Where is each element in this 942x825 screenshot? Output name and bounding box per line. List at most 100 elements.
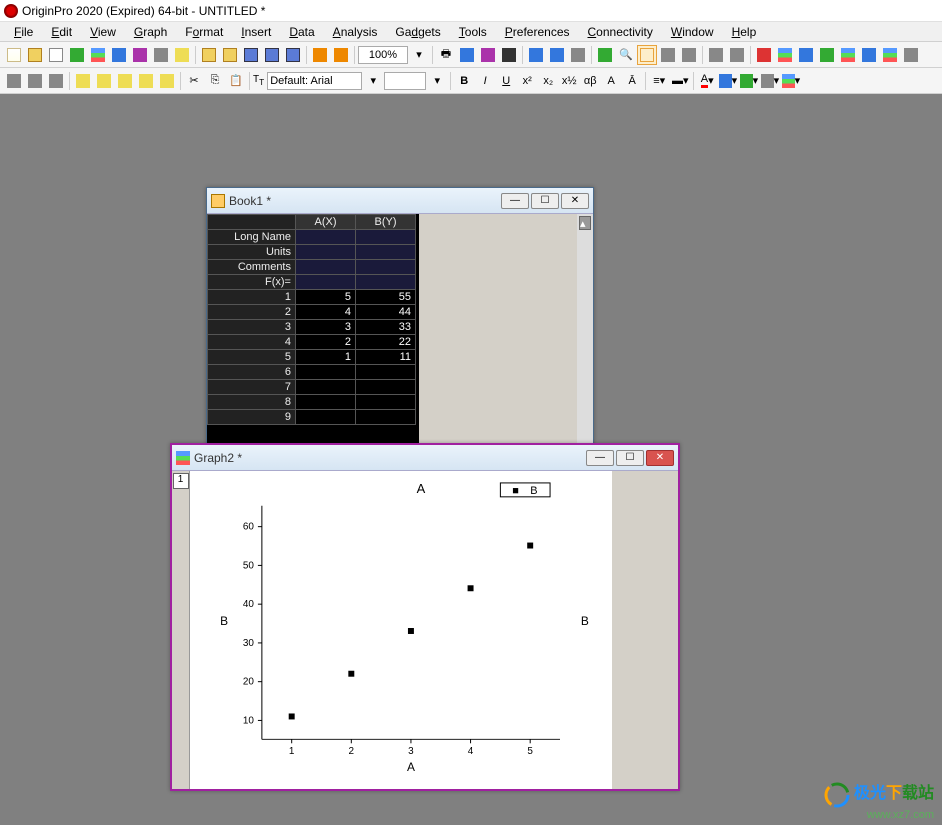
graph-button[interactable] [115, 71, 135, 91]
menu-preferences[interactable]: Preferences [497, 23, 578, 41]
chart5-button[interactable] [859, 45, 879, 65]
results-log-button[interactable] [25, 71, 45, 91]
column-header-b[interactable]: B(Y) [356, 215, 416, 230]
code-builder-button[interactable] [679, 45, 699, 65]
cut-button[interactable]: ✂ [184, 71, 204, 91]
menu-view[interactable]: View [82, 23, 124, 41]
recalc-button[interactable] [547, 45, 567, 65]
graph-window[interactable]: Graph2 * — ☐ ✕ 1 A ■ B [170, 443, 680, 791]
open-button[interactable] [199, 45, 219, 65]
favorite-button[interactable] [157, 71, 177, 91]
row-units[interactable]: Units [208, 245, 296, 260]
column-header-a[interactable]: A(X) [296, 215, 356, 230]
new-notes-button[interactable] [172, 45, 192, 65]
graph-plot-area[interactable]: A ■ B 10 20 30 40 50 60 [190, 471, 612, 789]
refresh-button[interactable] [526, 45, 546, 65]
new-function-button[interactable] [130, 45, 150, 65]
menu-tools[interactable]: Tools [451, 23, 495, 41]
chart4-button[interactable] [838, 45, 858, 65]
decrease-font-button[interactable]: Ā [622, 71, 642, 91]
supersubscript-button[interactable]: x½ [559, 71, 579, 91]
save-button[interactable] [241, 45, 261, 65]
menu-insert[interactable]: Insert [233, 23, 279, 41]
row-longname[interactable]: Long Name [208, 230, 296, 245]
menu-window[interactable]: Window [663, 23, 722, 41]
stats-button[interactable] [754, 45, 774, 65]
batch-button[interactable] [568, 45, 588, 65]
italic-button[interactable]: I [475, 71, 495, 91]
graph-titlebar[interactable]: Graph2 * — ☐ ✕ [172, 445, 678, 471]
copy-button[interactable]: ⎘ [205, 71, 225, 91]
command-window-button[interactable] [46, 71, 66, 91]
menu-analysis[interactable]: Analysis [325, 23, 386, 41]
save-template-button[interactable] [262, 45, 282, 65]
palette-button[interactable]: ▾ [781, 71, 801, 91]
font-color-button[interactable]: A▾ [697, 71, 717, 91]
menu-data[interactable]: Data [281, 23, 322, 41]
digitizer-button[interactable] [637, 45, 657, 65]
row-comments[interactable]: Comments [208, 260, 296, 275]
graph-maximize-button[interactable]: ☐ [616, 450, 644, 466]
chart7-button[interactable] [901, 45, 921, 65]
underline-button[interactable]: U [496, 71, 516, 91]
font-select[interactable] [267, 72, 362, 90]
new-graph-button[interactable] [88, 45, 108, 65]
font-dropdown[interactable]: ▾ [363, 71, 383, 91]
graph-close-button[interactable]: ✕ [646, 450, 674, 466]
new-workbook-button[interactable] [46, 45, 66, 65]
menu-edit[interactable]: Edit [43, 23, 80, 41]
layer-1-button[interactable]: 1 [173, 473, 189, 489]
menu-graph[interactable]: Graph [126, 23, 175, 41]
new-layout-button[interactable] [151, 45, 171, 65]
video-button[interactable] [478, 45, 498, 65]
chart6-button[interactable] [880, 45, 900, 65]
matrix-button[interactable] [94, 71, 114, 91]
greek-button[interactable]: αβ [580, 71, 600, 91]
fill-color-button[interactable]: ▾ [739, 71, 759, 91]
superscript-button[interactable]: x² [517, 71, 537, 91]
paste-button[interactable]: 📋 [226, 71, 246, 91]
menu-format[interactable]: Format [177, 23, 231, 41]
menu-connectivity[interactable]: Connectivity [580, 23, 661, 41]
bold-button[interactable]: B [454, 71, 474, 91]
open-template-button[interactable] [220, 45, 240, 65]
find-button[interactable]: 🔍 [616, 45, 636, 65]
corner-cell[interactable] [208, 215, 296, 230]
duplicate-button[interactable] [499, 45, 519, 65]
workbook-maximize-button[interactable]: ☐ [531, 193, 559, 209]
increase-font-button[interactable]: A [601, 71, 621, 91]
import-wizard-button[interactable] [310, 45, 330, 65]
layers-button[interactable] [727, 45, 747, 65]
menu-gadgets[interactable]: Gadgets [387, 23, 448, 41]
align-button[interactable]: ≡▾ [649, 71, 669, 91]
line-color-button[interactable]: ▾ [718, 71, 738, 91]
menu-help[interactable]: Help [724, 23, 765, 41]
zoom-dropdown-button[interactable]: ▾ [409, 45, 429, 65]
import-button[interactable] [331, 45, 351, 65]
menu-file[interactable]: File [6, 23, 41, 41]
print-button[interactable]: 🖶 [436, 45, 456, 65]
worksheet-table[interactable]: A(X) B(Y) Long Name Units Comments F(x)=… [207, 214, 416, 425]
zoom-input[interactable] [358, 46, 408, 64]
add-column-button[interactable] [706, 45, 726, 65]
chart2-button[interactable] [796, 45, 816, 65]
subscript-button[interactable]: x₂ [538, 71, 558, 91]
graph-minimize-button[interactable]: — [586, 450, 614, 466]
connectivity-button[interactable] [595, 45, 615, 65]
font-size-select[interactable] [384, 72, 426, 90]
new-project-button[interactable] [4, 45, 24, 65]
chart1-button[interactable] [775, 45, 795, 65]
new-folder-button[interactable] [25, 45, 45, 65]
pattern-button[interactable]: ▾ [760, 71, 780, 91]
chart3-button[interactable] [817, 45, 837, 65]
line-style-button[interactable]: ▬▾ [670, 71, 690, 91]
slide-button[interactable] [457, 45, 477, 65]
row-fx[interactable]: F(x)= [208, 275, 296, 290]
workbook-titlebar[interactable]: Book1 * — ☐ ✕ [207, 188, 593, 214]
worksheet-button[interactable] [73, 71, 93, 91]
new-matrix-button[interactable] [109, 45, 129, 65]
new-excel-button[interactable] [67, 45, 87, 65]
workbook-close-button[interactable]: ✕ [561, 193, 589, 209]
save-project-button[interactable] [283, 45, 303, 65]
font-size-dropdown[interactable]: ▾ [427, 71, 447, 91]
